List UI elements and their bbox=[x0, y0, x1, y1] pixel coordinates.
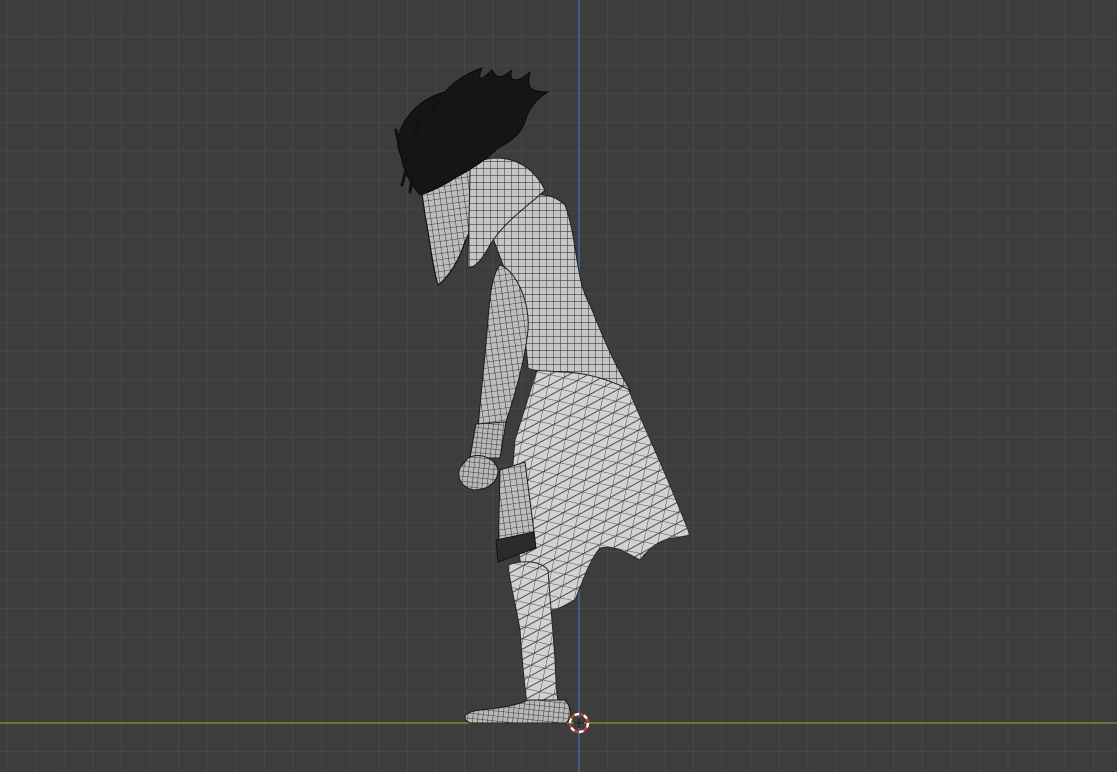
character-mesh[interactable] bbox=[394, 67, 691, 724]
viewport-canvas[interactable] bbox=[0, 0, 1117, 772]
character-foot bbox=[464, 699, 571, 724]
sleeve-cuff bbox=[469, 421, 507, 459]
3d-viewport[interactable] bbox=[0, 0, 1117, 772]
character-arm bbox=[477, 264, 529, 431]
